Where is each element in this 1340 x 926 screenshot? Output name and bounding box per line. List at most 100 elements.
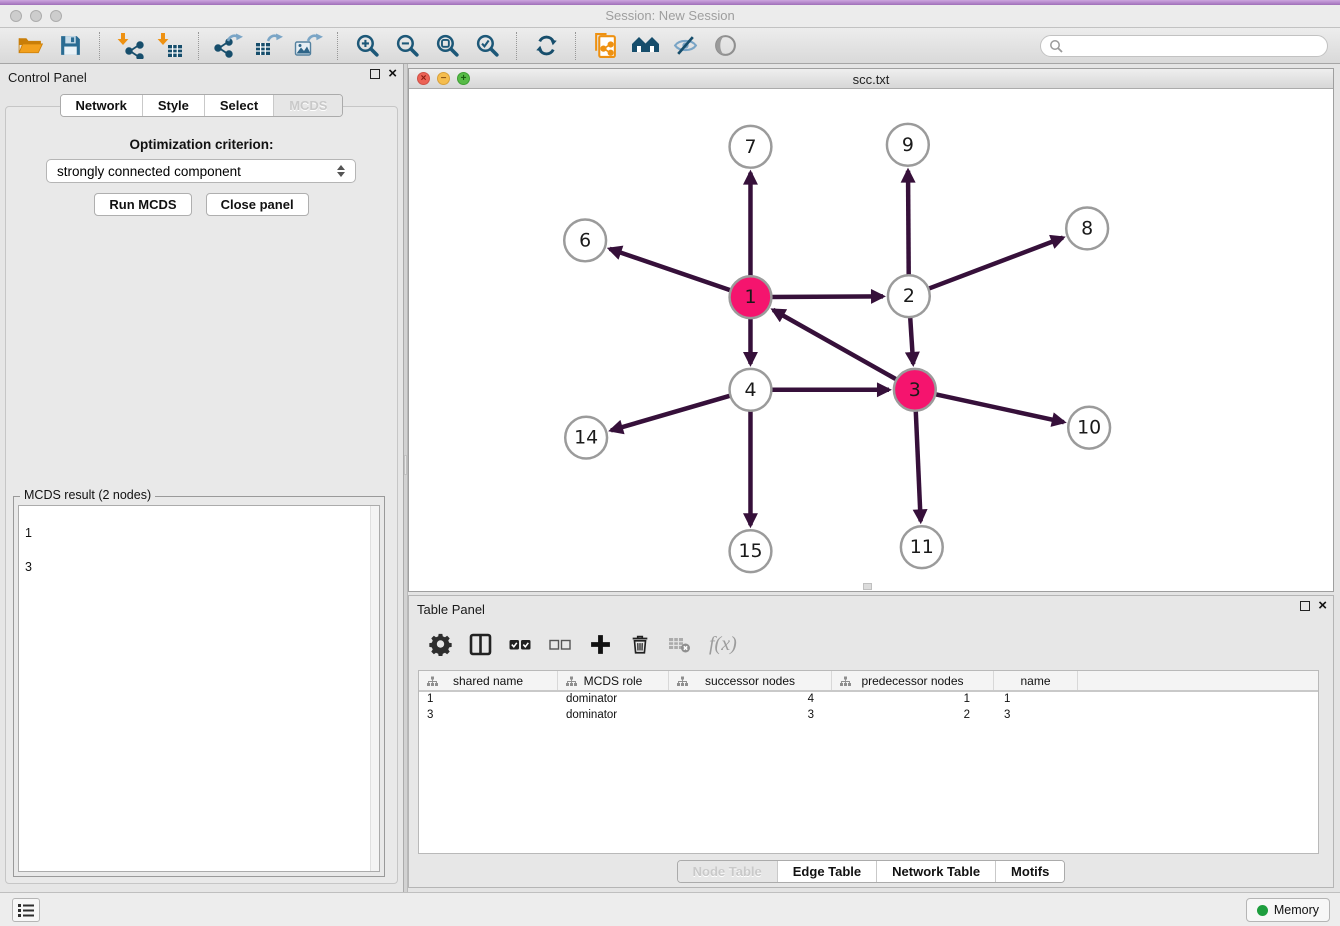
toolbar-separator	[337, 32, 338, 60]
close-table-panel-icon[interactable]: ×	[1318, 601, 1327, 611]
run-mcds-button[interactable]: Run MCDS	[94, 193, 191, 216]
zoom-out-icon[interactable]	[391, 30, 423, 62]
optimization-criterion-label: Optimization criterion:	[6, 137, 397, 152]
app-titlebar: Session: New Session	[0, 5, 1340, 28]
memory-label: Memory	[1274, 903, 1319, 917]
export-network-icon[interactable]	[212, 30, 244, 62]
add-column-plus-icon[interactable]	[589, 633, 612, 656]
column-header-successor-nodes[interactable]: successor nodes	[669, 671, 832, 690]
graph-edge-3-10[interactable]	[933, 394, 1064, 422]
save-session-icon[interactable]	[54, 30, 86, 62]
close-panel-icon[interactable]: ×	[388, 69, 397, 79]
optimization-criterion-select[interactable]: strongly connected component	[46, 159, 356, 183]
close-panel-button[interactable]: Close panel	[206, 193, 309, 216]
search-input[interactable]	[1068, 39, 1319, 53]
column-type-icon	[566, 676, 577, 687]
refresh-icon[interactable]	[530, 30, 562, 62]
import-table-icon[interactable]	[153, 30, 185, 62]
network-window-title: scc.txt	[409, 72, 1333, 87]
function-builder-icon-disabled: f(x)	[709, 633, 737, 656]
canvas-resize-grip[interactable]	[863, 583, 872, 590]
zoom-selected-icon[interactable]	[471, 30, 503, 62]
graph-edge-3-1[interactable]	[773, 310, 898, 381]
graph-node-label-2: 2	[903, 285, 915, 307]
mcds-panel-body: Optimization criterion: strongly connect…	[5, 106, 398, 884]
table-row[interactable]: 3 dominator 3 2 3	[419, 708, 1318, 724]
column-header-predecessor-nodes[interactable]: predecessor nodes	[832, 671, 994, 690]
list-icon	[18, 903, 34, 917]
column-type-icon	[427, 676, 438, 687]
zoom-fit-icon[interactable]	[431, 30, 463, 62]
tab-mcds[interactable]: MCDS	[273, 95, 342, 116]
search-field[interactable]	[1040, 35, 1328, 57]
clone-network-icon[interactable]	[589, 30, 621, 62]
show-all-eye-icon[interactable]	[709, 30, 741, 62]
column-type-icon	[840, 676, 851, 687]
tab-select[interactable]: Select	[204, 95, 273, 116]
graph-node-label-1: 1	[744, 286, 756, 308]
graph-node-label-11: 11	[910, 536, 934, 558]
graph-node-label-8: 8	[1081, 217, 1093, 239]
select-all-icon[interactable]	[509, 633, 532, 656]
network-view-window: × − + scc.txt 7968124314101511	[408, 68, 1334, 592]
delete-column-trash-icon[interactable]	[629, 633, 651, 656]
graph-edge-2-3[interactable]	[910, 315, 913, 364]
network-canvas[interactable]: 7968124314101511	[409, 89, 1333, 591]
import-network-icon[interactable]	[113, 30, 145, 62]
tab-edge-table[interactable]: Edge Table	[777, 861, 876, 882]
mcds-result-group: MCDS result (2 nodes) 1 3	[13, 496, 385, 877]
toolbar-separator	[575, 32, 576, 60]
graph-edge-2-9[interactable]	[908, 171, 909, 278]
selected-option-label: strongly connected component	[57, 164, 241, 179]
network-graph: 7968124314101511	[409, 89, 1333, 591]
mcds-result-line: 1	[25, 525, 367, 542]
tab-style[interactable]: Style	[142, 95, 204, 116]
mcds-result-title: MCDS result (2 nodes)	[20, 488, 155, 502]
tab-network-table[interactable]: Network Table	[876, 861, 995, 882]
toolbar-separator	[99, 32, 100, 60]
export-image-icon[interactable]	[292, 30, 324, 62]
search-icon	[1049, 39, 1063, 53]
node-table: shared name MCDS role successor nodes pr…	[418, 670, 1319, 854]
table-header-row: shared name MCDS role successor nodes pr…	[419, 671, 1318, 692]
splitter-grip[interactable]	[404, 455, 407, 475]
tab-network[interactable]: Network	[61, 95, 142, 116]
deselect-all-icon[interactable]	[549, 633, 572, 656]
tab-node-table[interactable]: Node Table	[678, 861, 777, 882]
graph-edge-1-2[interactable]	[769, 296, 883, 297]
graph-edge-4-14[interactable]	[611, 395, 732, 430]
table-row[interactable]: 1 dominator 4 1 1	[419, 692, 1318, 708]
control-panel-tabs: Network Style Select MCDS	[0, 94, 403, 117]
float-table-panel-icon[interactable]	[1300, 601, 1310, 611]
toolbar-separator	[516, 32, 517, 60]
hide-selected-eye-slash-icon[interactable]	[669, 30, 701, 62]
delete-table-icon-disabled	[668, 634, 692, 655]
graph-edge-3-11[interactable]	[916, 409, 921, 522]
table-tabs: Node Table Edge Table Network Table Moti…	[409, 860, 1333, 883]
application-window: Session: New Session	[0, 0, 1340, 926]
graph-edge-2-8[interactable]	[927, 238, 1063, 290]
task-history-button[interactable]	[12, 898, 40, 922]
column-header-mcds-role[interactable]: MCDS role	[558, 671, 669, 690]
mcds-result-line: 3	[25, 559, 367, 576]
network-window-titlebar[interactable]: × − + scc.txt	[409, 69, 1333, 89]
column-header-name[interactable]: name	[994, 671, 1078, 690]
column-header-shared-name[interactable]: shared name	[419, 671, 558, 690]
float-panel-icon[interactable]	[370, 69, 380, 79]
table-settings-gear-icon[interactable]	[429, 632, 452, 656]
home-icon[interactable]	[629, 30, 661, 62]
mcds-result-textarea[interactable]: 1 3	[18, 505, 380, 872]
memory-button[interactable]: Memory	[1246, 898, 1330, 922]
result-scrollbar[interactable]	[370, 506, 379, 871]
table-panel-header: Table Panel ×	[409, 596, 1333, 622]
app-title: Session: New Session	[0, 8, 1340, 23]
tab-motifs[interactable]: Motifs	[995, 861, 1064, 882]
graph-node-label-10: 10	[1077, 417, 1101, 439]
graph-node-label-4: 4	[744, 379, 756, 401]
open-session-icon[interactable]	[14, 30, 46, 62]
graph-edge-1-6[interactable]	[610, 249, 733, 291]
control-panel-header: Control Panel ×	[0, 64, 403, 90]
show-columns-icon[interactable]	[469, 633, 492, 656]
export-table-icon[interactable]	[252, 30, 284, 62]
zoom-in-icon[interactable]	[351, 30, 383, 62]
